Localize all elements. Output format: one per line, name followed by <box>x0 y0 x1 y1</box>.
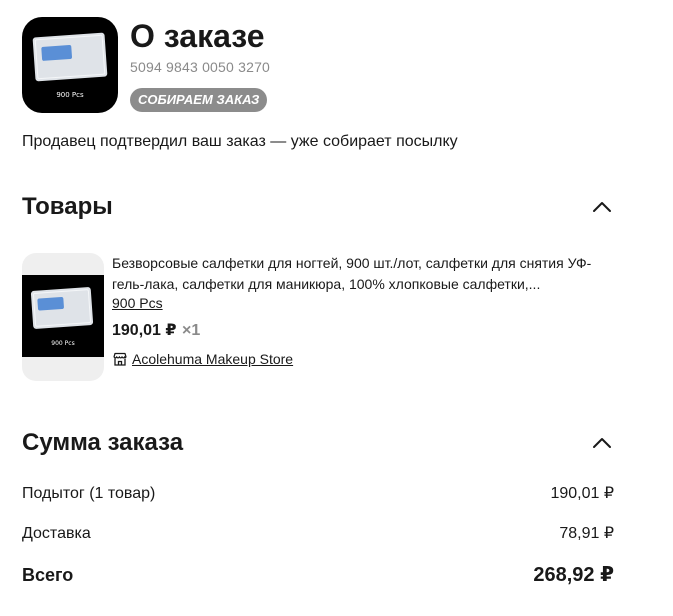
total-value: 268,92 ₽ <box>533 564 614 586</box>
napkin-pack-image <box>32 32 108 82</box>
summary-section-title[interactable]: Сумма заказа <box>22 429 183 457</box>
product-image: 900 Pcs <box>22 275 104 357</box>
store-icon <box>112 351 128 367</box>
status-description: Продавец подтвердил ваш заказ — уже соби… <box>22 133 458 150</box>
order-header: 900 Pcs О заказе 5094 9843 0050 3270 СОБ… <box>22 17 652 113</box>
product-price: 190,01 ₽ <box>112 322 177 339</box>
chevron-up-icon[interactable] <box>590 431 614 455</box>
product-item[interactable]: 900 Pcs Безворсовые салфетки для ногтей,… <box>22 253 642 381</box>
items-section-title[interactable]: Товары <box>22 193 113 221</box>
shipping-value: 78,91 ₽ <box>559 525 614 542</box>
order-product-thumbnail[interactable]: 900 Pcs <box>22 17 118 113</box>
product-variant[interactable]: 900 Pcs <box>112 294 163 312</box>
napkin-pack-image <box>30 286 94 330</box>
total-label: Всего <box>22 565 74 585</box>
subtotal-row: Подытог (1 товар) 190,01 ₽ <box>22 483 614 505</box>
product-quantity: ×1 <box>182 322 201 339</box>
subtotal-value: 190,01 ₽ <box>550 485 614 502</box>
status-badge: СОБИРАЕМ ЗАКАЗ <box>130 88 268 112</box>
page-title: О заказе <box>130 18 265 54</box>
total-row: Всего 268,92 ₽ <box>22 564 614 588</box>
product-thumbnail[interactable]: 900 Pcs <box>22 253 104 381</box>
subtotal-label: Подытог (1 товар) <box>22 485 156 502</box>
shipping-row: Доставка 78,91 ₽ <box>22 523 614 545</box>
order-number: 5094 9843 0050 3270 <box>130 59 271 75</box>
thumbnail-caption: 900 Pcs <box>51 340 75 347</box>
store-link[interactable]: Acolehuma Makeup Store <box>132 350 293 368</box>
chevron-up-icon[interactable] <box>590 195 614 219</box>
shipping-label: Доставка <box>22 525 91 542</box>
thumbnail-caption: 900 Pcs <box>56 91 84 99</box>
product-description[interactable]: Безворсовые салфетки для ногтей, 900 шт.… <box>112 253 612 295</box>
